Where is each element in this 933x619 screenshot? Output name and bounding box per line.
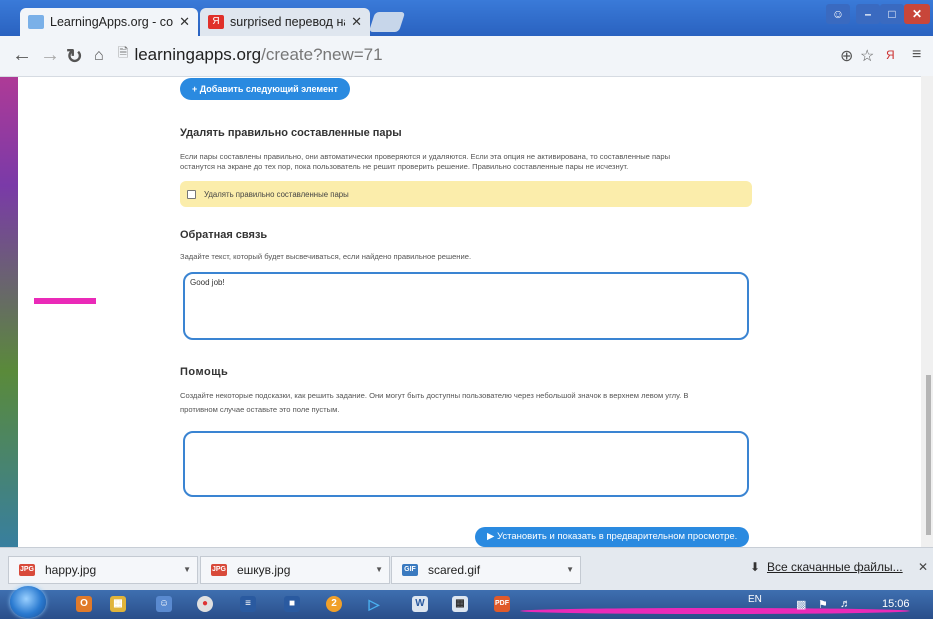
yandex-favicon-icon: Я <box>208 15 224 29</box>
remove-pairs-title: Удалять правильно составленные пары <box>180 127 402 139</box>
chevron-down-icon[interactable]: ▼ <box>566 565 574 574</box>
download-icon: ⬇ <box>750 560 761 574</box>
user-icon[interactable]: ☺ <box>826 4 850 24</box>
browser-titlebar: LearningApps.org - созда ✕ Я surprised п… <box>0 0 933 36</box>
url-path: /create?new=71 <box>261 45 383 64</box>
desktop-background-left <box>0 0 18 619</box>
users-icon[interactable]: ☺ <box>156 596 172 612</box>
scrollbar-thumb[interactable] <box>926 375 931 535</box>
tab-title: surprised перевод на рус <box>230 15 345 29</box>
feedback-title: Обратная связь <box>180 229 268 241</box>
feedback-description: Задайте текст, который будет высвечивать… <box>180 252 472 261</box>
remove-pairs-checkbox-label[interactable]: Удалять правильно составленные пары <box>204 190 349 199</box>
forward-arrow-icon[interactable]: → <box>40 44 60 67</box>
gif-file-icon: GIF <box>402 564 418 576</box>
app-icon-2[interactable]: ■ <box>284 596 300 612</box>
media-player-icon[interactable]: ▷ <box>366 596 382 612</box>
document-icon[interactable]: ▦ <box>452 596 468 612</box>
minimize-button[interactable]: – <box>856 4 880 24</box>
page-icon: 🗎 <box>118 45 129 60</box>
new-tab-button[interactable] <box>368 12 406 32</box>
maximize-button[interactable]: □ <box>880 4 904 24</box>
help-title: Помощь <box>180 366 229 378</box>
remove-pairs-checkbox[interactable] <box>187 189 196 199</box>
help-description-line2: противном случае оставьте это поле пусты… <box>180 405 340 414</box>
download-item[interactable]: JPG ешкув.jpg ▼ <box>200 556 390 584</box>
reload-icon[interactable]: ↻ <box>66 44 83 69</box>
add-next-element-button[interactable]: + Добавить следующий элемент <box>180 78 350 100</box>
feedback-textarea[interactable]: Good job! <box>183 272 749 340</box>
close-downloads-icon[interactable]: ✕ <box>918 560 928 574</box>
word-icon[interactable]: W <box>412 596 428 612</box>
close-window-button[interactable]: ✕ <box>904 4 930 24</box>
show-all-downloads-link[interactable]: Все скачанные файлы... <box>767 560 903 574</box>
pdf-icon[interactable]: PDF <box>494 596 510 612</box>
bookmark-star-icon[interactable]: ☆ <box>860 46 874 66</box>
browser-toolbar: ← → ↻ ⌂ 🗎 learningapps.org/create?new=71… <box>0 36 933 77</box>
home-icon[interactable]: ⌂ <box>94 47 104 65</box>
tab-yandex-translate[interactable]: Я surprised перевод на рус ✕ <box>200 8 370 36</box>
jpg-file-icon: JPG <box>19 564 35 576</box>
download-item[interactable]: JPG happy.jpg ▼ <box>8 556 198 584</box>
tab-learningapps[interactable]: LearningApps.org - созда ✕ <box>20 8 198 36</box>
learningapps-favicon-icon <box>28 15 44 29</box>
menu-icon[interactable]: ≡ <box>912 46 921 64</box>
chevron-down-icon[interactable]: ▼ <box>183 565 191 574</box>
address-bar[interactable]: 🗎 learningapps.org/create?new=71 <box>118 42 818 68</box>
language-indicator[interactable]: EN <box>748 594 762 605</box>
flag-icon[interactable]: ⚑ <box>818 598 828 611</box>
yandex-extension-icon[interactable]: Я <box>886 48 895 62</box>
remove-pairs-description-line2: останутся на экране до тех пор, пока пол… <box>180 162 629 171</box>
pink-highlight-mark <box>34 298 96 304</box>
chrome-icon[interactable]: ● <box>197 596 213 612</box>
yandex-browser-icon[interactable]: 2 <box>326 596 342 612</box>
outlook-icon[interactable]: O <box>76 596 92 612</box>
help-description-line1: Создайте некоторые подсказки, как решить… <box>180 391 689 400</box>
pink-highlight-wave <box>520 608 910 614</box>
volume-icon[interactable]: ♬ <box>840 598 851 610</box>
tab-title: LearningApps.org - созда <box>50 15 173 29</box>
feedback-text: Good job! <box>190 278 225 287</box>
remove-pairs-option: Удалять правильно составленные пары <box>180 181 752 207</box>
download-filename: happy.jpg <box>45 563 97 577</box>
folder-icon[interactable]: ▦ <box>110 596 126 612</box>
chevron-down-icon[interactable]: ▼ <box>375 565 383 574</box>
url-host: learningapps.org <box>134 45 262 64</box>
start-button[interactable] <box>10 586 46 618</box>
jpg-file-icon: JPG <box>211 564 227 576</box>
help-textarea[interactable] <box>183 431 749 497</box>
network-icon[interactable]: ▩ <box>796 598 806 611</box>
app-icon[interactable]: ≡ <box>240 596 256 612</box>
preview-button[interactable]: ▶ Установить и показать в предварительно… <box>475 527 750 547</box>
back-arrow-icon[interactable]: ← <box>12 44 32 67</box>
clock[interactable]: 15:06 <box>882 598 910 610</box>
zoom-icon[interactable]: ⊕ <box>840 46 853 66</box>
download-filename: scared.gif <box>428 563 481 577</box>
tab-close-icon[interactable]: ✕ <box>351 14 362 30</box>
download-filename: ешкув.jpg <box>237 563 291 577</box>
download-item[interactable]: GIF scared.gif ▼ <box>391 556 581 584</box>
tab-close-icon[interactable]: ✕ <box>179 14 190 30</box>
remove-pairs-description-line1: Если пары составлены правильно, они авто… <box>180 152 671 161</box>
